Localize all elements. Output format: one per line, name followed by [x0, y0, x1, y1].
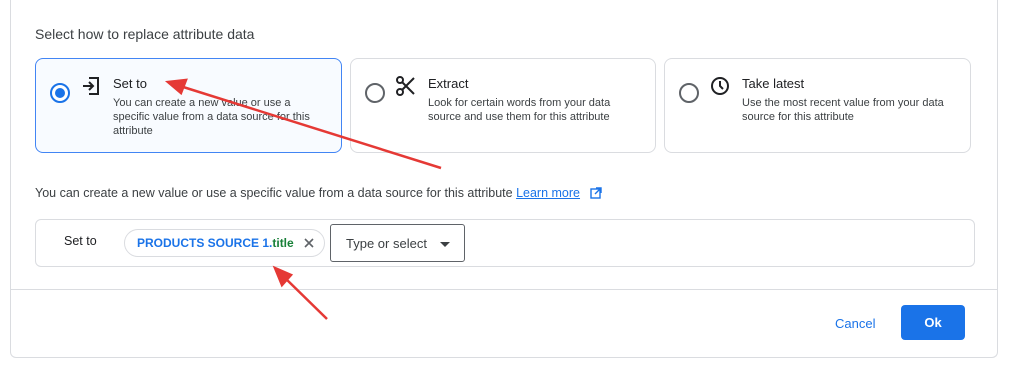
chip-field: title	[272, 236, 294, 250]
chevron-down-icon	[440, 242, 450, 247]
option-title: Extract	[428, 76, 469, 91]
option-description: Look for certain words from your data so…	[428, 97, 611, 123]
ok-button[interactable]: Ok	[901, 305, 965, 340]
radio-take-latest[interactable]	[679, 83, 699, 103]
chip-source: PRODUCTS SOURCE 1.	[137, 236, 273, 250]
source-field-chip[interactable]: PRODUCTS SOURCE 1. title	[124, 229, 325, 257]
scissors-icon	[395, 75, 417, 97]
replace-attribute-dialog: Select how to replace attribute data Set…	[10, 0, 998, 358]
info-line: You can create a new value or use a spec…	[35, 186, 602, 202]
learn-more-link[interactable]: Learn more	[516, 186, 580, 200]
radio-set-to[interactable]	[50, 83, 70, 103]
set-to-row: Set to PRODUCTS SOURCE 1. title Type or s…	[35, 219, 975, 267]
option-take-latest[interactable]: Take latest Use the most recent value fr…	[664, 58, 971, 153]
option-description: You can create a new value or use a spec…	[113, 97, 310, 137]
close-icon[interactable]	[302, 236, 316, 250]
option-title: Take latest	[742, 76, 805, 91]
set-to-label: Set to	[64, 234, 97, 248]
select-placeholder: Type or select	[346, 236, 427, 251]
open-in-new-icon[interactable]	[589, 187, 602, 202]
type-or-select-dropdown[interactable]: Type or select	[330, 224, 465, 262]
option-set-to[interactable]: Set to You can create a new value or use…	[35, 58, 342, 153]
section-title: Select how to replace attribute data	[35, 26, 255, 42]
info-text: You can create a new value or use a spec…	[35, 186, 513, 200]
clock-icon	[709, 75, 731, 97]
radio-extract[interactable]	[365, 83, 385, 103]
option-title: Set to	[113, 76, 147, 91]
input-arrow-icon	[80, 75, 102, 97]
cancel-button[interactable]: Cancel	[835, 316, 875, 331]
footer-divider	[11, 289, 997, 290]
option-description: Use the most recent value from your data…	[742, 97, 944, 123]
option-extract[interactable]: Extract Look for certain words from your…	[350, 58, 656, 153]
